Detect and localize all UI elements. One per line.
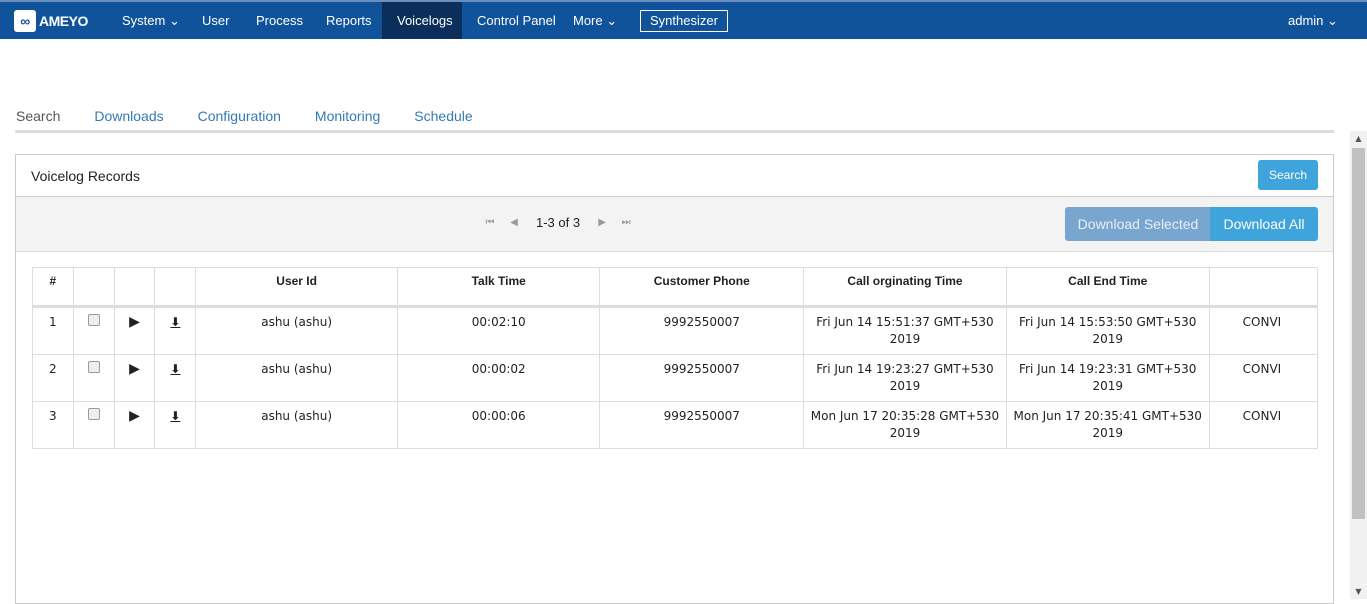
user-id: ashu (ashu)	[195, 354, 398, 402]
voicelog-table: # User Id Talk Time Customer Phone Call …	[32, 267, 1318, 449]
tab-configuration[interactable]: Configuration	[198, 108, 281, 124]
nav-user[interactable]: User	[187, 2, 244, 39]
col-call-originating-time: Call orginating Time	[803, 267, 1007, 308]
play-icon[interactable]: ▶	[113, 306, 156, 355]
scroll-up-icon[interactable]: ▲	[1350, 134, 1367, 143]
nav-control-panel[interactable]: Control Panel	[462, 2, 571, 39]
nav-process[interactable]: Process	[241, 2, 318, 39]
user-id: ashu (ashu)	[195, 401, 398, 449]
play-icon[interactable]: ▶	[113, 354, 156, 402]
row-index: 3	[32, 401, 74, 449]
talk-time: 00:02:10	[396, 306, 601, 355]
call-originating-time: Fri Jun 14 15:51:37 GMT+530 2019	[803, 306, 1007, 355]
nav-more[interactable]: More ⌄	[558, 2, 632, 39]
download-icon[interactable]: ⬇	[154, 306, 197, 355]
tab-search[interactable]: Search	[16, 108, 60, 124]
row-index: 1	[32, 306, 74, 355]
col-select	[72, 267, 115, 308]
download-icon[interactable]: ⬇	[154, 401, 197, 449]
call-end-time: Fri Jun 14 15:53:50 GMT+530 2019	[1005, 306, 1210, 355]
customer-phone: 9992550007	[599, 401, 805, 449]
table-row: 2 ▶ ⬇ ashu (ashu) 00:00:02 9992550007 Fr…	[32, 354, 1318, 402]
call-originating-time: Mon Jun 17 20:35:28 GMT+530 2019	[803, 401, 1007, 449]
call-end-time: Fri Jun 14 19:23:31 GMT+530 2019	[1005, 354, 1210, 402]
download-icon[interactable]: ⬇	[154, 354, 197, 402]
call-end-time: Mon Jun 17 20:35:41 GMT+530 2019	[1005, 401, 1210, 449]
col-call-end-time: Call End Time	[1005, 267, 1210, 308]
nav-voicelogs[interactable]: Voicelogs	[382, 2, 462, 39]
top-navbar: ∞ AMEYO System ⌄ User Process Reports Voi…	[0, 0, 1367, 39]
vertical-scrollbar[interactable]: ▲ ▼	[1350, 131, 1367, 599]
tab-downloads[interactable]: Downloads	[94, 108, 163, 124]
voicelog-panel: Voicelog Records Search ⏮ ◀ 1-3 of 3 ▶ ⏭…	[15, 154, 1334, 604]
col-talk-time: Talk Time	[396, 267, 601, 308]
ameyo-logo[interactable]: ∞ AMEYO	[14, 10, 88, 32]
tab-schedule[interactable]: Schedule	[414, 108, 472, 124]
play-icon[interactable]: ▶	[113, 401, 156, 449]
user-id: ashu (ashu)	[195, 306, 398, 355]
nav-reports[interactable]: Reports	[311, 2, 387, 39]
col-download	[154, 267, 197, 308]
tab-monitoring[interactable]: Monitoring	[315, 108, 380, 124]
nav-system[interactable]: System ⌄	[107, 2, 195, 39]
sub-tabs: Search Downloads Configuration Monitorin…	[16, 108, 507, 124]
synthesizer-button[interactable]: Synthesizer	[640, 10, 728, 32]
col-customer-phone: Customer Phone	[599, 267, 805, 308]
row-checkbox[interactable]	[72, 401, 115, 449]
table-row: 3 ▶ ⬇ ashu (ashu) 00:00:06 9992550007 Mo…	[32, 401, 1318, 449]
scroll-down-icon[interactable]: ▼	[1350, 587, 1367, 596]
col-user-id: User Id	[195, 267, 398, 308]
row-checkbox[interactable]	[72, 306, 115, 355]
divider	[15, 130, 1334, 133]
scrollbar-thumb[interactable]	[1352, 148, 1365, 519]
user-menu[interactable]: admin ⌄	[1273, 2, 1353, 39]
row-checkbox[interactable]	[72, 354, 115, 402]
call-status: CONVI	[1208, 354, 1318, 402]
call-originating-time: Fri Jun 14 19:23:27 GMT+530 2019	[803, 354, 1007, 402]
talk-time: 00:00:02	[396, 354, 601, 402]
row-index: 2	[32, 354, 74, 402]
call-status: CONVI	[1208, 401, 1318, 449]
call-status: CONVI	[1208, 306, 1318, 355]
col-status	[1208, 267, 1318, 308]
table-row: 1 ▶ ⬇ ashu (ashu) 00:02:10 9992550007 Fr…	[32, 306, 1318, 355]
customer-phone: 9992550007	[599, 306, 805, 355]
talk-time: 00:00:06	[396, 401, 601, 449]
infinity-icon: ∞	[14, 10, 36, 32]
col-index: #	[32, 267, 74, 308]
customer-phone: 9992550007	[599, 354, 805, 402]
col-play	[113, 267, 156, 308]
